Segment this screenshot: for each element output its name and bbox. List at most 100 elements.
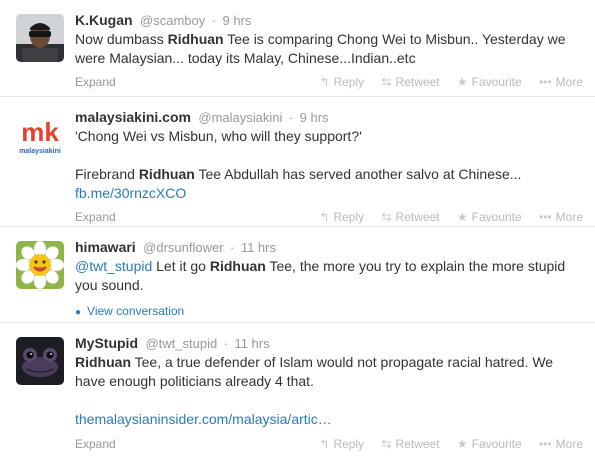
tweet-dot: · [288,110,294,125]
author-name[interactable]: MyStupid [75,335,138,351]
tweet-actions: ↰ Reply ⇆ Retweet ★ Favourite ••• More [305,72,583,92]
favourite-label: Favourite [471,210,522,224]
author-name[interactable]: K.Kugan [75,12,133,28]
retweet-label: Retweet [395,437,440,451]
tweet-text-part: Let it go [152,258,210,274]
mention-link[interactable]: @twt_stupid [75,258,152,274]
highlighted-keyword: Ridhuan [167,31,224,47]
star-icon: ★ [456,437,468,451]
tweet-actions: ↰ Reply ⇆ Retweet ★ Favourite ••• More [305,434,583,454]
tweet-timestamp[interactable]: 11 hrs [234,336,269,351]
ellipsis-icon: ••• [539,437,552,451]
expand-link[interactable]: Expand [75,434,116,454]
tweet-text: Ridhuan Tee, a true defender of Islam wo… [75,353,583,429]
more-button[interactable]: ••• More [539,207,583,227]
more-label: More [555,437,583,451]
more-label: More [555,210,583,224]
avatar[interactable] [16,14,64,62]
tweet-dot: · [230,240,235,255]
tweet-text: @twt_stupid Let it go Ridhuan Tee, the m… [75,257,583,295]
sunflower-icon [16,241,64,289]
star-icon: ★ [456,210,468,224]
tweet-link-line: themalaysianinsider.com/malaysia/artic… [75,410,583,429]
frog-photo-icon [16,337,64,385]
tweet-item[interactable]: K.Kugan @scamboy · 9 hrs Now dumbass Rid… [0,0,595,97]
tweet-link[interactable]: fb.me/30rnzcXCO [75,185,186,201]
reply-button[interactable]: ↰ Reply [319,207,364,227]
favourite-button[interactable]: ★ Favourite [457,72,522,92]
tweet-dot: · [211,13,217,28]
retweet-button[interactable]: ⇆ Retweet [381,207,439,227]
tweet-text-part: Now dumbass [75,31,168,47]
highlighted-keyword: Ridhuan [138,166,195,182]
retweet-label: Retweet [395,75,440,89]
reply-arrow-icon: ↰ [319,75,330,89]
tweet-text-line: Ridhuan Tee, a true defender of Islam wo… [75,353,583,391]
tweet-timestamp[interactable]: 11 hrs [241,240,276,255]
favourite-button[interactable]: ★ Favourite [457,207,522,227]
tweet-header: K.Kugan @scamboy · 9 hrs [75,10,583,30]
tweet-text-part: Tee, a true defender of Islam would not … [75,354,554,389]
tweet-text: 'Chong Wei vs Misbun, who will they supp… [75,127,583,203]
tweet-header: himawari @drsunflower · 11 hrs [75,237,583,257]
tweet-text-line: Firebrand Ridhuan Tee Abdullah has serve… [75,165,583,184]
tweet-text-line: 'Chong Wei vs Misbun, who will they supp… [75,128,362,144]
tweet-link-line: fb.me/30rnzcXCO [75,184,583,203]
tweet-footer: Expand ↰ Reply ⇆ Retweet ★ Favourite ••• Mor… [75,72,583,92]
reply-label: Reply [333,437,365,451]
author-name[interactable]: malaysiakini.com [75,109,191,125]
tweet-footer: ● View conversation [75,301,583,321]
malaysiakini-logo-icon: mk malaysiakini [16,111,64,159]
favourite-button[interactable]: ★ Favourite [457,434,522,454]
tweet-dot: · [223,336,228,351]
expand-link[interactable]: Expand [75,207,116,227]
reply-button[interactable]: ↰ Reply [319,434,364,454]
highlighted-keyword: Ridhuan [209,258,266,274]
tweet-text-part: Firebrand [75,166,139,182]
tweet-footer: Expand ↰ Reply ⇆ Retweet ★ Favourite ••• Mor… [75,207,583,227]
more-button[interactable]: ••• More [539,72,583,92]
author-handle[interactable]: @scamboy [140,13,205,28]
expand-link[interactable]: Expand [75,72,116,92]
avatar[interactable] [16,337,64,385]
author-handle[interactable]: @drsunflower [143,240,223,255]
retweet-icon: ⇆ [381,437,392,451]
favourite-label: Favourite [471,437,522,451]
user-photo-icon [16,14,64,62]
avatar[interactable]: mk malaysiakini [16,111,64,159]
retweet-icon: ⇆ [381,210,392,224]
speech-bubble-icon: ● [75,307,82,318]
tweet-link[interactable]: themalaysianinsider.com/malaysia/artic… [75,411,332,427]
retweet-button[interactable]: ⇆ Retweet [381,72,439,92]
logo-letters: mk [21,117,59,147]
tweet-header: malaysiakini.com @malaysiakini · 9 hrs [75,107,583,127]
retweet-button[interactable]: ⇆ Retweet [381,434,439,454]
avatar[interactable] [16,241,64,289]
more-label: More [555,75,583,89]
star-icon: ★ [456,75,468,89]
more-button[interactable]: ••• More [539,434,583,454]
ellipsis-icon: ••• [539,75,552,89]
tweet-header: MyStupid @twt_stupid · 11 hrs [75,333,583,353]
retweet-label: Retweet [395,210,440,224]
author-handle[interactable]: @twt_stupid [145,336,217,351]
reply-label: Reply [333,210,365,224]
tweet-item[interactable]: himawari @drsunflower · 11 hrs @twt_stup… [0,227,595,323]
reply-label: Reply [333,75,365,89]
reply-arrow-icon: ↰ [319,437,330,451]
tweet-text-part: Tee Abdullah has served another salvo at… [194,166,522,182]
reply-button[interactable]: ↰ Reply [319,72,364,92]
tweet-timestamp[interactable]: 9 hrs [222,13,251,28]
favourite-label: Favourite [471,75,522,89]
tweet-item[interactable]: MyStupid @twt_stupid · 11 hrs Ridhuan Te… [0,323,595,459]
tweet-footer: Expand ↰ Reply ⇆ Retweet ★ Favourite ••• Mor… [75,434,583,454]
view-conversation-link[interactable]: ● View conversation [75,301,184,323]
tweet-timestamp[interactable]: 9 hrs [300,110,329,125]
tweet-item[interactable]: mk malaysiakini malaysiakini.com @malays… [0,97,595,227]
tweet-actions: ↰ Reply ⇆ Retweet ★ Favourite ••• More [305,207,583,227]
tweet-feed: K.Kugan @scamboy · 9 hrs Now dumbass Rid… [0,0,595,459]
author-name[interactable]: himawari [75,239,136,255]
author-handle[interactable]: @malaysiakini [198,110,282,125]
highlighted-keyword: Ridhuan [75,354,131,370]
